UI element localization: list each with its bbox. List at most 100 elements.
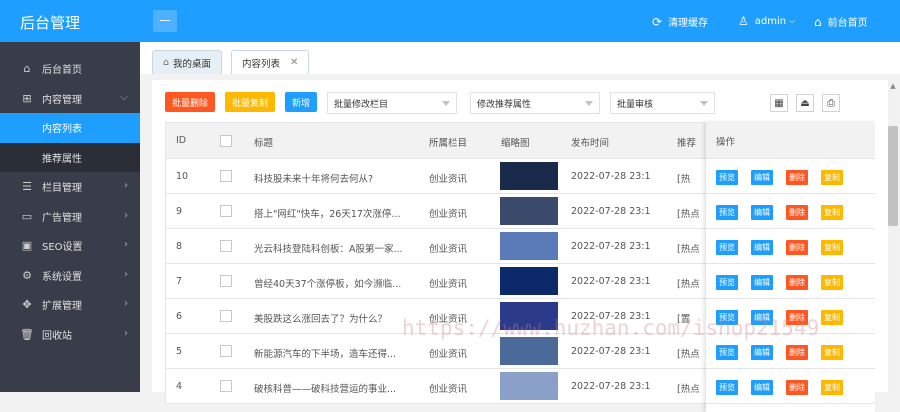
row-checkbox[interactable] [220,310,232,322]
monitor-icon: ▭ [21,209,33,223]
cell-title[interactable]: 曾经40天37个涨停板，如今濒临... [254,276,409,290]
row-checkbox[interactable] [220,170,232,182]
content-card: 批量删除 批量复制 新增 批量修改栏目 修改推荐属性 批量审核 ▦ ⏏ ⎙ ID… [152,80,890,412]
puzzle-icon: ✥ [22,298,32,312]
copy-button[interactable]: 复制 [821,275,843,290]
th-actions: 操作 [716,137,736,148]
tab-content-list[interactable]: 内容列表 ✕ [231,50,310,74]
menu-toggle-button[interactable] [153,10,177,32]
cell-title[interactable]: 破核科普——破科技营运的事业... [254,381,409,395]
edit-button[interactable]: 编辑 [751,345,773,360]
sidebar-item-extensions[interactable]: ✥ 扩展管理 › [0,290,140,320]
edit-button[interactable]: 编辑 [751,275,773,290]
actions-row: 预览 编辑 删除 复制 [706,369,875,404]
delete-button[interactable]: 删除 [786,275,808,290]
preview-button[interactable]: 预览 [716,240,738,255]
copy-button[interactable]: 复制 [821,240,843,255]
sidebar-item-label: 扩展管理 [42,301,82,313]
delete-button[interactable]: 删除 [786,170,808,185]
chevron-right-icon: › [124,209,128,221]
sidebar-subitem-content-list[interactable]: 内容列表 [0,113,140,143]
cell-column: 创业资讯 [429,209,468,220]
close-icon[interactable]: ✕ [290,57,298,68]
grid-icon: ⊞ [22,91,32,105]
preview-button[interactable]: 预览 [716,380,738,395]
thumbnail-image [500,337,558,365]
batch-review-select[interactable]: 批量审核 [610,92,715,114]
batch-column-select[interactable]: 批量修改栏目 [327,92,457,114]
user-menu[interactable]: ♙ admin ⌵ [738,14,795,28]
trash-icon: 🗑 [20,327,34,341]
sidebar-item-columns[interactable]: ☰ 栏目管理 › [0,172,140,202]
toolbar: 批量删除 批量复制 新增 批量修改栏目 修改推荐属性 批量审核 ▦ ⏏ ⎙ [165,90,865,118]
scrollbar-thumb[interactable] [888,126,898,226]
chevron-down-icon: ⌵ [120,91,128,103]
gear-icon: ⚙ [22,268,32,282]
columns-filter-icon[interactable]: ▦ [770,94,788,112]
sidebar-item-ads[interactable]: ▭ 广告管理 › [0,202,140,232]
row-checkbox[interactable] [220,240,232,252]
sidebar-item-recycle[interactable]: 🗑 回收站 › [0,320,140,350]
row-checkbox[interactable] [220,345,232,357]
row-checkbox[interactable] [220,205,232,217]
export-icon[interactable]: ⏏ [796,94,814,112]
tab-desktop[interactable]: ⌂ 我的桌面 [152,50,223,74]
cell-recommend: [热 [677,174,691,185]
row-checkbox[interactable] [220,275,232,287]
cell-title[interactable]: 美股跌这么涨回去了？为什么？ [254,311,409,325]
preview-button[interactable]: 预览 [716,205,738,220]
recommend-attr-select[interactable]: 修改推荐属性 [470,92,600,114]
copy-button[interactable]: 复制 [821,345,843,360]
scroll-up-icon[interactable]: ▲ [888,82,898,92]
edit-button[interactable]: 编辑 [751,205,773,220]
sidebar: ⌂ 后台首页 ⊞ 内容管理 ⌵ 内容列表 推荐属性 ☰ 栏目管理 › ▭ 广告管… [0,42,140,392]
edit-button[interactable]: 编辑 [751,380,773,395]
preview-button[interactable]: 预览 [716,275,738,290]
cell-id: 4 [176,381,183,392]
cell-column: 创业资讯 [429,244,468,255]
cell-column: 创业资讯 [429,349,468,360]
clear-cache-button[interactable]: ⟳ 清理缓存 [652,14,708,30]
cell-column: 创业资讯 [429,174,468,185]
add-button[interactable]: 新增 [285,92,318,112]
copy-button[interactable]: 复制 [821,205,843,220]
cell-title[interactable]: 新能源汽车的下半场，造车还得... [254,346,409,360]
main-content: 批量删除 批量复制 新增 批量修改栏目 修改推荐属性 批量审核 ▦ ⏏ ⎙ ID… [140,74,900,412]
sidebar-item-system[interactable]: ⚙ 系统设置 › [0,261,140,291]
sidebar-item-home[interactable]: ⌂ 后台首页 [0,54,140,84]
sidebar-item-seo[interactable]: ▣ SEO设置 › [0,231,140,261]
delete-button[interactable]: 删除 [786,205,808,220]
refresh-icon: ⟳ [652,14,663,29]
preview-button[interactable]: 预览 [716,345,738,360]
cell-recommend: [热点 [677,209,700,220]
batch-copy-button[interactable]: 批量复制 [225,92,276,112]
front-home-link[interactable]: ⌂ 前台首页 [814,14,868,30]
delete-button[interactable]: 删除 [786,345,808,360]
cell-id: 7 [176,276,183,287]
select-all-checkbox[interactable] [220,135,232,147]
copy-button[interactable]: 复制 [821,310,843,325]
edit-button[interactable]: 编辑 [751,170,773,185]
batch-delete-button[interactable]: 批量删除 [165,92,216,112]
cell-id: 10 [176,171,189,182]
cell-title[interactable]: 科技股未来十年将何去何从? [254,171,409,185]
delete-button[interactable]: 删除 [786,380,808,395]
preview-button[interactable]: 预览 [716,170,738,185]
sidebar-item-content[interactable]: ⊞ 内容管理 ⌵ [0,84,140,114]
cell-time: 2022-07-28 23:1 [571,171,651,182]
chevron-right-icon: › [124,239,128,250]
sidebar-subitem-recommend[interactable]: 推荐属性 [0,142,140,172]
delete-button[interactable]: 删除 [786,240,808,255]
th-id: ID [176,135,187,146]
cell-recommend: [热点 [677,244,700,255]
tab-label: 内容列表 [242,58,281,70]
edit-button[interactable]: 编辑 [751,240,773,255]
chevron-right-icon: › [124,268,128,280]
copy-button[interactable]: 复制 [821,170,843,185]
print-icon[interactable]: ⎙ [822,94,840,112]
copy-button[interactable]: 复制 [821,380,843,395]
cell-title[interactable]: 光云科技登陆科创板：A股第一家... [254,241,409,255]
row-checkbox[interactable] [220,380,232,392]
brand-title: 后台管理 [20,14,81,32]
cell-title[interactable]: 搭上"网红"快车，26天17次涨停... [254,206,409,220]
